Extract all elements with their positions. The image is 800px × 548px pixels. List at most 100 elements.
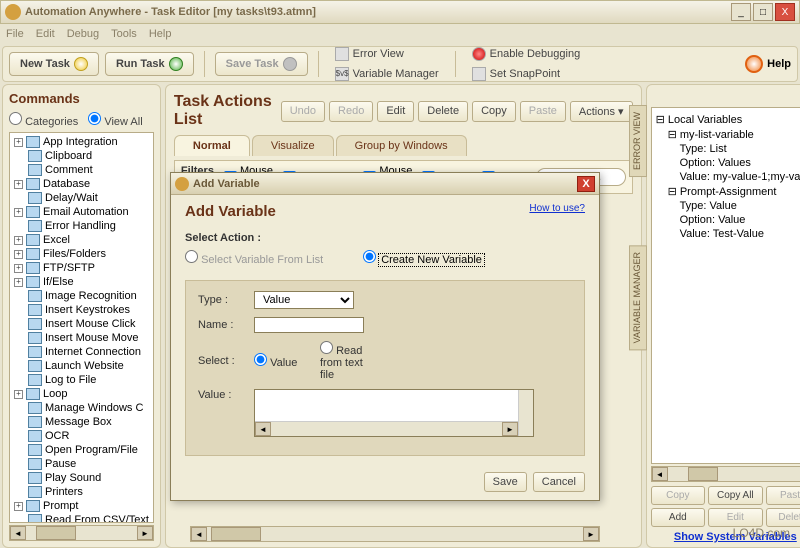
tab-group-by-windows[interactable]: Group by Windows [336, 135, 467, 156]
menu-file[interactable]: File [6, 28, 24, 40]
how-to-use-link[interactable]: How to use? [529, 203, 585, 214]
command-item[interactable]: +Email Automation [12, 205, 151, 219]
var-add-button[interactable]: Add [651, 508, 706, 527]
type-select[interactable]: Value [254, 291, 354, 309]
command-item[interactable]: Log to File [12, 373, 151, 387]
actions-dropdown[interactable]: Actions ▾ [570, 101, 633, 122]
save-task-button[interactable]: Save Task [215, 52, 308, 76]
scroll-left-button[interactable]: ◄ [652, 467, 668, 481]
paste-button[interactable]: Paste [520, 101, 566, 122]
value-textarea[interactable]: ◄► [254, 389, 534, 437]
command-icon [28, 150, 42, 162]
command-item[interactable]: Clipboard [12, 149, 151, 163]
command-item[interactable]: Message Box [12, 415, 151, 429]
command-item[interactable]: Read From CSV/Text [12, 513, 151, 523]
tree-node-var2[interactable]: ⊟ Prompt-Assignment [656, 184, 800, 199]
command-item[interactable]: +Prompt [12, 499, 151, 513]
radio-create-new[interactable]: Create New Variable [363, 250, 484, 266]
command-item[interactable]: Image Recognition [12, 289, 151, 303]
window-title: Automation Anywhere - Task Editor [my ta… [25, 6, 731, 18]
command-item[interactable]: Pause [12, 457, 151, 471]
commands-tree[interactable]: +App IntegrationClipboardComment+Databas… [9, 132, 154, 523]
enable-debugging-link[interactable]: Enable Debugging [466, 45, 587, 63]
command-item[interactable]: Manage Windows C [12, 401, 151, 415]
command-icon [26, 262, 40, 274]
var-delete-button[interactable]: Delete [766, 508, 800, 527]
undo-button[interactable]: Undo [281, 101, 325, 122]
command-icon [28, 346, 42, 358]
error-view-link[interactable]: Error View [329, 45, 445, 63]
type-label: Type : [198, 294, 246, 306]
maximize-button[interactable]: □ [753, 3, 773, 21]
error-view-tab[interactable]: ERROR VIEW [629, 105, 647, 177]
var-copy-button[interactable]: Copy [651, 486, 706, 505]
copy-button[interactable]: Copy [472, 101, 516, 122]
save-button[interactable]: Save [484, 472, 527, 492]
main-scrollbar[interactable]: ◄ ► [190, 526, 600, 542]
set-snappoint-link[interactable]: Set SnapPoint [466, 65, 587, 83]
radio-viewall[interactable]: View All [88, 112, 142, 128]
redo-button[interactable]: Redo [329, 101, 373, 122]
command-item[interactable]: Open Program/File [12, 443, 151, 457]
scroll-left-button[interactable]: ◄ [191, 527, 207, 541]
command-icon [26, 276, 40, 288]
scrollbar-horizontal[interactable]: ◄► [255, 421, 518, 436]
radio-select-from-list[interactable]: Select Variable From List [185, 250, 323, 266]
task-actions-title: Task Actions List [174, 93, 281, 129]
lifebuoy-icon [745, 55, 763, 73]
run-task-button[interactable]: Run Task [105, 52, 194, 76]
command-item[interactable]: +Loop [12, 387, 151, 401]
menu-debug[interactable]: Debug [67, 28, 99, 40]
command-item[interactable]: OCR [12, 429, 151, 443]
variable-manager-tab[interactable]: VARIABLE MANAGER [629, 245, 647, 350]
close-button[interactable]: X [775, 3, 795, 21]
radio-categories[interactable]: Categories [9, 112, 78, 128]
command-item[interactable]: Printers [12, 485, 151, 499]
command-item[interactable]: +FTP/SFTP [12, 261, 151, 275]
command-item[interactable]: Error Handling [12, 219, 151, 233]
scroll-left-button[interactable]: ◄ [10, 526, 26, 540]
variables-scrollbar[interactable]: ◄ ► [651, 466, 800, 482]
minimize-button[interactable]: _ [731, 3, 751, 21]
command-item[interactable]: Delay/Wait [12, 191, 151, 205]
command-item[interactable]: +Database [12, 177, 151, 191]
menu-tools[interactable]: Tools [111, 28, 137, 40]
command-item[interactable]: Play Sound [12, 471, 151, 485]
commands-scrollbar[interactable]: ◄ ► [9, 525, 154, 541]
name-input[interactable] [254, 317, 364, 333]
command-item[interactable]: +Excel [12, 233, 151, 247]
radio-read-from-file[interactable]: Read from text file [320, 341, 368, 381]
delete-button[interactable]: Delete [418, 101, 468, 122]
tab-visualize[interactable]: Visualize [252, 135, 334, 156]
command-item[interactable]: Launch Website [12, 359, 151, 373]
var-copy-all-button[interactable]: Copy All [708, 486, 763, 505]
command-item[interactable]: +App Integration [12, 135, 151, 149]
command-item[interactable]: Comment [12, 163, 151, 177]
command-item[interactable]: Internet Connection [12, 345, 151, 359]
var-paste-button[interactable]: Paste [766, 486, 800, 505]
command-item[interactable]: +If/Else [12, 275, 151, 289]
cancel-button[interactable]: Cancel [533, 472, 585, 492]
scroll-right-button[interactable]: ► [583, 527, 599, 541]
menu-edit[interactable]: Edit [36, 28, 55, 40]
dialog-close-button[interactable]: X [577, 176, 595, 192]
help-button[interactable]: Help [745, 55, 791, 73]
scrollbar-vertical[interactable] [518, 390, 533, 436]
tree-node-root[interactable]: ⊟ Local Variables [656, 112, 800, 127]
command-item[interactable]: Insert Mouse Move [12, 331, 151, 345]
var-edit-button[interactable]: Edit [708, 508, 763, 527]
edit-button[interactable]: Edit [377, 101, 414, 122]
menu-help[interactable]: Help [149, 28, 172, 40]
tab-normal[interactable]: Normal [174, 135, 250, 156]
select-label: Select : [198, 355, 246, 367]
radio-value[interactable]: Value [254, 353, 302, 369]
variable-manager-link[interactable]: $v$Variable Manager [329, 65, 445, 83]
tree-leaf: Option: Values [656, 156, 800, 170]
command-item[interactable]: Insert Mouse Click [12, 317, 151, 331]
command-item[interactable]: +Files/Folders [12, 247, 151, 261]
scroll-right-button[interactable]: ► [137, 526, 153, 540]
new-task-button[interactable]: New Task [9, 52, 99, 76]
tree-node-var1[interactable]: ⊟ my-list-variable [656, 127, 800, 142]
variables-tree[interactable]: ⊟ Local Variables ⊟ my-list-variable Typ… [651, 107, 800, 464]
command-item[interactable]: Insert Keystrokes [12, 303, 151, 317]
